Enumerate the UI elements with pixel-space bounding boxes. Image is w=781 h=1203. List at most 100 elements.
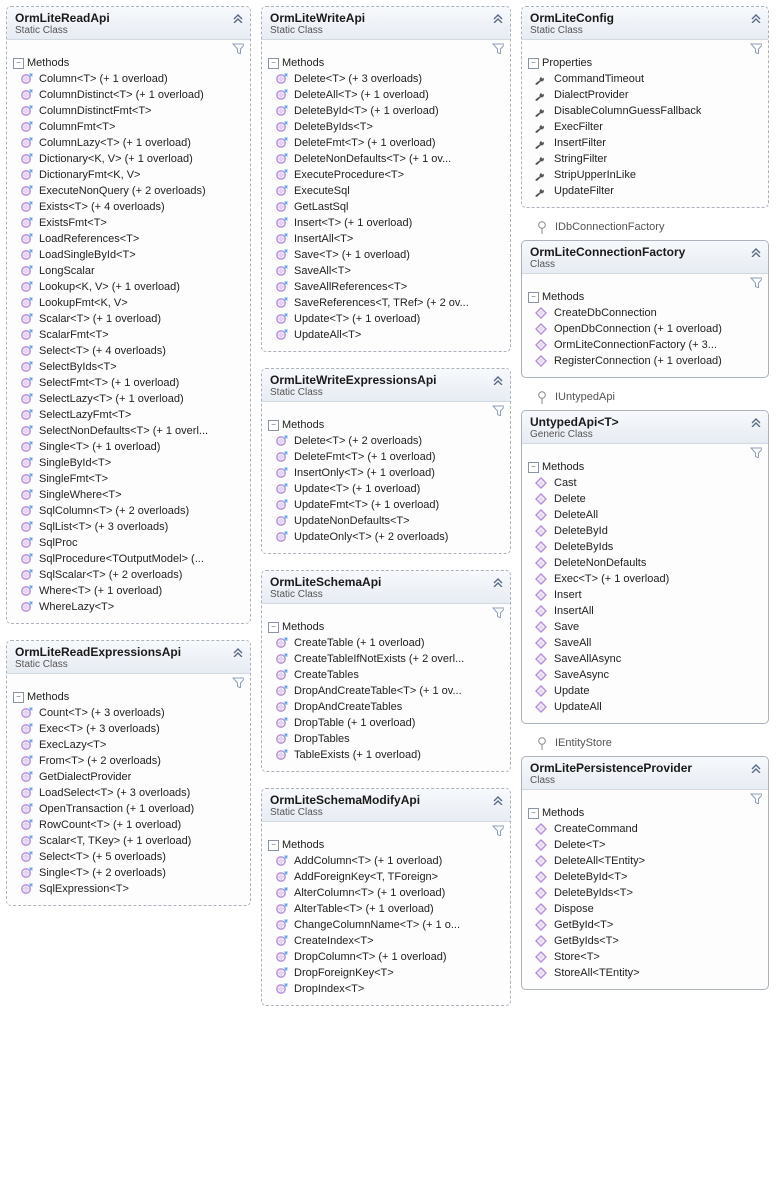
member-item[interactable]: Store<T>: [534, 949, 764, 965]
member-item[interactable]: DeleteAll: [534, 507, 764, 523]
member-item[interactable]: Count<T> (+ 3 overloads): [19, 705, 246, 721]
member-item[interactable]: DropAndCreateTables: [274, 699, 506, 715]
member-item[interactable]: StripUpperInLike: [534, 167, 764, 183]
member-item[interactable]: StringFilter: [534, 151, 764, 167]
member-item[interactable]: Exec<T> (+ 3 overloads): [19, 721, 246, 737]
member-item[interactable]: SelectNonDefaults<T> (+ 1 overl...: [19, 423, 246, 439]
member-item[interactable]: Delete<T>: [534, 837, 764, 853]
member-item[interactable]: Cast: [534, 475, 764, 491]
filter-icon[interactable]: [750, 446, 762, 458]
member-item[interactable]: DeleteAll<T> (+ 1 overload): [274, 87, 506, 103]
member-item[interactable]: DeleteById<T> (+ 1 overload): [274, 103, 506, 119]
section-toggle-icon[interactable]: −: [528, 462, 539, 473]
collapse-icon[interactable]: [492, 575, 504, 590]
member-item[interactable]: DeleteFmt<T> (+ 1 overload): [274, 135, 506, 151]
member-item[interactable]: SelectByIds<T>: [19, 359, 246, 375]
member-item[interactable]: DeleteByIds<T>: [534, 885, 764, 901]
member-item[interactable]: SaveAll: [534, 635, 764, 651]
member-item[interactable]: DisableColumnGuessFallback: [534, 103, 764, 119]
member-item[interactable]: SelectFmt<T> (+ 1 overload): [19, 375, 246, 391]
member-item[interactable]: ExecuteSql: [274, 183, 506, 199]
section-toggle-icon[interactable]: −: [268, 622, 279, 633]
member-item[interactable]: LoadReferences<T>: [19, 231, 246, 247]
member-item[interactable]: Scalar<T> (+ 1 overload): [19, 311, 246, 327]
section-header[interactable]: −Methods: [7, 54, 250, 71]
collapse-icon[interactable]: [232, 645, 244, 660]
member-item[interactable]: Single<T> (+ 2 overloads): [19, 865, 246, 881]
section-header[interactable]: −Methods: [522, 804, 768, 821]
member-item[interactable]: WhereLazy<T>: [19, 599, 246, 615]
section-header[interactable]: −Methods: [262, 836, 510, 853]
member-item[interactable]: From<T> (+ 2 overloads): [19, 753, 246, 769]
member-item[interactable]: Delete<T> (+ 3 overloads): [274, 71, 506, 87]
class-panel-persistenceProvider[interactable]: OrmLitePersistenceProviderClass−MethodsC…: [521, 756, 769, 990]
member-item[interactable]: InsertOnly<T> (+ 1 overload): [274, 465, 506, 481]
member-item[interactable]: ColumnFmt<T>: [19, 119, 246, 135]
member-item[interactable]: RegisterConnection (+ 1 overload): [534, 353, 764, 369]
member-item[interactable]: AlterColumn<T> (+ 1 overload): [274, 885, 506, 901]
member-item[interactable]: Insert: [534, 587, 764, 603]
section-toggle-icon[interactable]: −: [13, 58, 24, 69]
member-item[interactable]: LoadSingleById<T>: [19, 247, 246, 263]
filter-icon[interactable]: [750, 276, 762, 288]
section-toggle-icon[interactable]: −: [528, 292, 539, 303]
member-item[interactable]: ExecLazy<T>: [19, 737, 246, 753]
filter-icon[interactable]: [492, 42, 504, 54]
member-item[interactable]: SqlProcedure<TOutputModel> (...: [19, 551, 246, 567]
member-item[interactable]: Update<T> (+ 1 overload): [274, 311, 506, 327]
filter-icon[interactable]: [750, 42, 762, 54]
member-item[interactable]: Single<T> (+ 1 overload): [19, 439, 246, 455]
section-header[interactable]: −Methods: [262, 54, 510, 71]
member-item[interactable]: SqlProc: [19, 535, 246, 551]
filter-icon[interactable]: [232, 42, 244, 54]
member-item[interactable]: Select<T> (+ 4 overloads): [19, 343, 246, 359]
member-item[interactable]: AddColumn<T> (+ 1 overload): [274, 853, 506, 869]
collapse-icon[interactable]: [492, 793, 504, 808]
member-item[interactable]: CreateTable (+ 1 overload): [274, 635, 506, 651]
member-item[interactable]: DeleteNonDefaults: [534, 555, 764, 571]
member-item[interactable]: SqlExpression<T>: [19, 881, 246, 897]
member-item[interactable]: ExecuteNonQuery (+ 2 overloads): [19, 183, 246, 199]
member-item[interactable]: SaveAllAsync: [534, 651, 764, 667]
member-item[interactable]: ExistsFmt<T>: [19, 215, 246, 231]
section-toggle-icon[interactable]: −: [268, 58, 279, 69]
member-item[interactable]: SaveAllReferences<T>: [274, 279, 506, 295]
filter-icon[interactable]: [492, 606, 504, 618]
member-item[interactable]: StoreAll<TEntity>: [534, 965, 764, 981]
member-item[interactable]: CommandTimeout: [534, 71, 764, 87]
member-item[interactable]: DeleteAll<TEntity>: [534, 853, 764, 869]
member-item[interactable]: DropForeignKey<T>: [274, 965, 506, 981]
member-item[interactable]: SqlColumn<T> (+ 2 overloads): [19, 503, 246, 519]
class-panel-config[interactable]: OrmLiteConfigStatic Class−PropertiesComm…: [521, 6, 769, 208]
member-item[interactable]: GetLastSql: [274, 199, 506, 215]
class-panel-connFactory[interactable]: OrmLiteConnectionFactoryClass−MethodsCre…: [521, 240, 769, 378]
class-panel-readApi[interactable]: OrmLiteReadApiStatic Class−MethodsColumn…: [6, 6, 251, 624]
member-item[interactable]: DeleteFmt<T> (+ 1 overload): [274, 449, 506, 465]
member-item[interactable]: DropTables: [274, 731, 506, 747]
section-header[interactable]: −Methods: [262, 416, 510, 433]
member-item[interactable]: UpdateAll: [534, 699, 764, 715]
member-item[interactable]: Dispose: [534, 901, 764, 917]
member-item[interactable]: Update<T> (+ 1 overload): [274, 481, 506, 497]
section-toggle-icon[interactable]: −: [268, 840, 279, 851]
member-item[interactable]: InsertAll: [534, 603, 764, 619]
class-panel-schemaApi[interactable]: OrmLiteSchemaApiStatic Class−MethodsCrea…: [261, 570, 511, 772]
filter-icon[interactable]: [492, 824, 504, 836]
member-item[interactable]: Delete: [534, 491, 764, 507]
member-item[interactable]: Save<T> (+ 1 overload): [274, 247, 506, 263]
member-item[interactable]: Exists<T> (+ 4 overloads): [19, 199, 246, 215]
member-item[interactable]: SingleFmt<T>: [19, 471, 246, 487]
section-header[interactable]: −Methods: [262, 618, 510, 635]
member-item[interactable]: SelectLazy<T> (+ 1 overload): [19, 391, 246, 407]
member-item[interactable]: CreateIndex<T>: [274, 933, 506, 949]
member-item[interactable]: GetById<T>: [534, 917, 764, 933]
member-item[interactable]: DeleteById: [534, 523, 764, 539]
member-item[interactable]: GetDialectProvider: [19, 769, 246, 785]
section-header[interactable]: −Properties: [522, 54, 768, 71]
member-item[interactable]: ChangeColumnName<T> (+ 1 o...: [274, 917, 506, 933]
member-item[interactable]: SaveAsync: [534, 667, 764, 683]
member-item[interactable]: Column<T> (+ 1 overload): [19, 71, 246, 87]
class-panel-schemaModifyApi[interactable]: OrmLiteSchemaModifyApiStatic Class−Metho…: [261, 788, 511, 1006]
collapse-icon[interactable]: [492, 373, 504, 388]
member-item[interactable]: ColumnDistinctFmt<T>: [19, 103, 246, 119]
